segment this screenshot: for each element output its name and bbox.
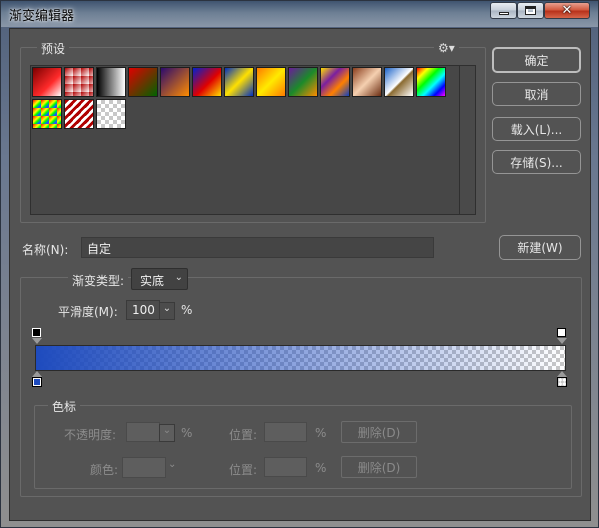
opacity-unit: %: [181, 426, 193, 440]
cancel-button[interactable]: 取消: [492, 82, 581, 106]
opacity-location-input: [264, 422, 307, 442]
preset-swatch-chrome[interactable]: [384, 67, 414, 97]
presets-legend: 预设: [37, 40, 70, 57]
preset-swatch-neutral-density[interactable]: [96, 99, 126, 129]
preset-swatch-yellow-violet-orange-blue[interactable]: [320, 67, 350, 97]
smoothness-select[interactable]: 100 ⌄: [126, 300, 175, 320]
window-title: 渐变编辑器: [9, 9, 75, 24]
opacity-delete-button: 删除(D): [341, 421, 417, 443]
gradient-type-select[interactable]: 实底 ⌄: [131, 268, 188, 290]
preset-swatch-foreground-to-background[interactable]: [32, 67, 62, 97]
name-field[interactable]: 自定: [81, 237, 434, 258]
preset-swatch-blue-yellow-blue[interactable]: [224, 67, 254, 97]
smoothness-value: 100: [132, 303, 155, 317]
gradient-type-label: 渐变类型:: [68, 272, 129, 289]
color-swatch-field: [122, 457, 166, 478]
title-bar[interactable]: 渐变编辑器 ✕: [1, 1, 598, 27]
preset-swatch-black-white[interactable]: [96, 67, 126, 97]
close-button[interactable]: ✕: [544, 2, 590, 19]
minimize-icon: [498, 12, 509, 15]
opacity-label: 不透明度:: [64, 428, 117, 442]
color-location-input: [264, 457, 307, 477]
preset-swatch-violet-green-orange[interactable]: [288, 67, 318, 97]
chevron-down-icon[interactable]: ⌄: [159, 302, 175, 320]
close-icon: ✕: [561, 3, 573, 18]
color-stop-left[interactable]: [32, 377, 42, 387]
preset-swatch-blue-red-yellow[interactable]: [192, 67, 222, 97]
opacity-input: ⌄: [126, 422, 175, 442]
opacity-location-label: 位置:: [229, 428, 258, 442]
save-button[interactable]: 存储(S)...: [492, 150, 581, 174]
maximize-button[interactable]: [517, 2, 544, 19]
smoothness-unit: %: [181, 303, 193, 317]
gradient-editor-window: 渐变编辑器 ✕ 预设 ⚙▾ 确定 取消 载入(L)... 存储(S)... 名称…: [0, 0, 599, 528]
ok-button[interactable]: 确定: [492, 47, 581, 73]
opacity-location-unit: %: [315, 426, 327, 440]
dialog-body: 预设 ⚙▾ 确定 取消 载入(L)... 存储(S)... 名称(N): 自定 …: [9, 28, 591, 521]
preset-swatch-transparent-rainbow[interactable]: [32, 99, 62, 129]
new-button[interactable]: 新建(W): [499, 235, 581, 260]
opacity-stop-right-pointer: [557, 338, 567, 344]
gear-icon[interactable]: ⚙▾: [434, 41, 459, 55]
gradient-fill: [36, 346, 565, 370]
load-button[interactable]: 载入(L)...: [492, 117, 581, 141]
preset-swatch-red-green[interactable]: [128, 67, 158, 97]
color-stop-right[interactable]: [557, 377, 567, 387]
color-location-label: 位置:: [229, 463, 258, 477]
opacity-stop-left[interactable]: [32, 328, 41, 337]
color-stop-left-swatch: [34, 379, 40, 385]
name-label: 名称(N):: [22, 243, 69, 257]
preset-swatch-violet-orange[interactable]: [160, 67, 190, 97]
chevron-down-icon: ⌄: [168, 459, 177, 470]
preset-swatch-copper[interactable]: [352, 67, 382, 97]
preset-swatch-foreground-to-transparent[interactable]: [64, 67, 94, 97]
chevron-down-icon: ⌄: [159, 424, 175, 442]
opacity-stop-right[interactable]: [557, 328, 566, 337]
preset-swatch-spectrum[interactable]: [416, 67, 446, 97]
opacity-stop-left-pointer: [32, 338, 42, 344]
preset-scrollbar[interactable]: [460, 65, 476, 215]
color-location-unit: %: [315, 461, 327, 475]
smoothness-label: 平滑度(M):: [58, 305, 118, 319]
color-delete-button: 删除(D): [341, 456, 417, 478]
minimize-button[interactable]: [490, 2, 517, 19]
gradient-type-value: 实底: [140, 274, 165, 288]
maximize-icon: [525, 6, 536, 15]
preset-swatch-orange-yellow-orange[interactable]: [256, 67, 286, 97]
color-label: 颜色:: [90, 463, 119, 477]
preset-swatch-transparent-stripes[interactable]: [64, 99, 94, 129]
gradient-preview-bar[interactable]: [35, 345, 566, 371]
chevron-down-icon: ⌄: [174, 272, 183, 283]
preset-swatch-list: [30, 65, 460, 215]
color-stops-legend: 色标: [48, 398, 81, 415]
